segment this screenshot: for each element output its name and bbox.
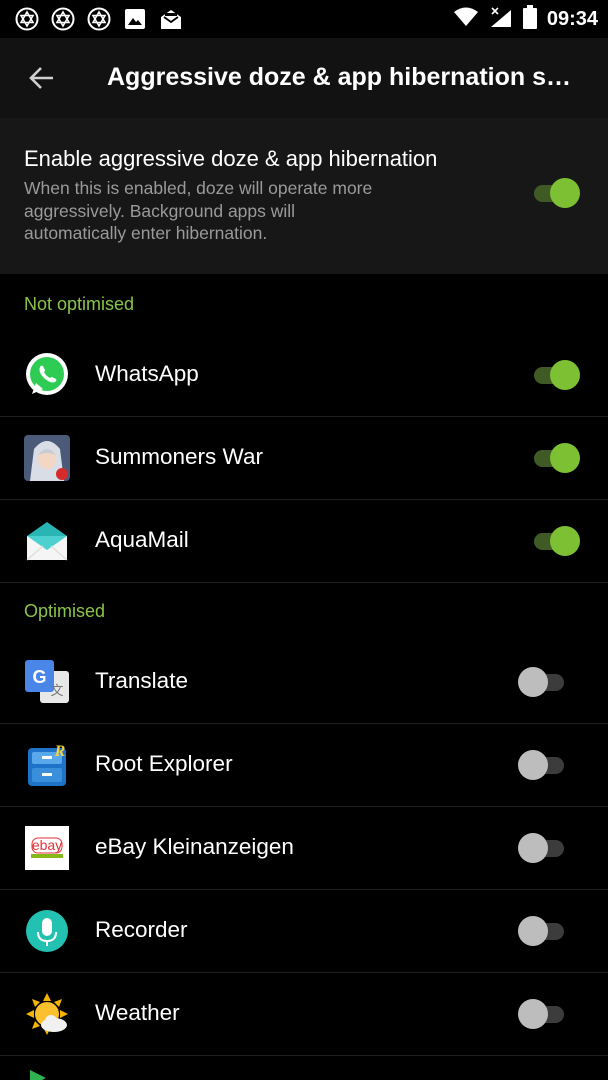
list-item-recorder[interactable]: Recorder <box>0 890 608 973</box>
master-setting[interactable]: Enable aggressive doze & app hibernation… <box>0 118 608 274</box>
ebay-kleinanzeigen-icon: ebay <box>24 825 70 871</box>
clock: 09:34 <box>546 7 598 30</box>
svg-text:R: R <box>54 743 66 760</box>
master-setting-subtitle: When this is enabled, doze will operate … <box>24 178 373 243</box>
app-label: Root Explorer <box>95 751 233 776</box>
status-bar: 09:34 <box>0 0 608 38</box>
signal-icon <box>489 6 513 33</box>
app-label: eBay Kleinanzeigen <box>95 834 294 859</box>
battery-icon <box>522 4 537 34</box>
master-toggle[interactable] <box>530 178 580 208</box>
arrow-left-icon <box>29 67 53 89</box>
app-label: Weather <box>95 1000 180 1025</box>
app-toggle[interactable] <box>518 667 568 697</box>
hexagram-icon <box>50 6 76 32</box>
svg-text:ebay: ebay <box>32 837 62 853</box>
recorder-icon <box>24 908 70 954</box>
app-toggle[interactable] <box>518 833 568 863</box>
svg-text:文: 文 <box>50 683 63 698</box>
whatsapp-icon <box>24 352 70 398</box>
wifi-icon <box>453 7 479 32</box>
list-item-translate[interactable]: G文 Translate <box>0 641 608 724</box>
app-label: WhatsApp <box>95 361 199 386</box>
app-toggle[interactable] <box>518 750 568 780</box>
translate-icon: G文 <box>24 659 70 705</box>
app-toggle[interactable] <box>530 360 580 390</box>
section-header-optimised: Optimised <box>24 601 106 621</box>
hexagram-icon <box>14 6 40 32</box>
svg-text:G: G <box>32 667 46 687</box>
app-label: Recorder <box>95 917 188 942</box>
mail-open-icon <box>158 6 184 32</box>
toolbar: Aggressive doze & app hibernation settin… <box>0 38 608 118</box>
master-setting-title: Enable aggressive doze & app hibernation <box>24 146 438 171</box>
app-label: AquaMail <box>95 527 189 552</box>
notification-icons <box>14 6 184 32</box>
list-item-aquamail[interactable]: AquaMail <box>0 500 608 583</box>
image-icon <box>122 6 148 32</box>
aquamail-icon <box>24 518 70 564</box>
list-item-root-explorer[interactable]: R Root Explorer <box>0 724 608 807</box>
summoners-war-icon <box>24 435 70 481</box>
app-label: Translate <box>95 668 188 693</box>
list-item-weather[interactable]: Weather <box>0 973 608 1056</box>
app-label: Summoners War <box>95 444 263 469</box>
list-item-ebay-kleinanzeigen[interactable]: ebay eBay Kleinanzeigen <box>0 807 608 890</box>
app-toggle[interactable] <box>518 916 568 946</box>
app-toggle[interactable] <box>518 999 568 1029</box>
list-item-summoners-war[interactable]: Summoners War <box>0 417 608 500</box>
hexagram-icon <box>86 6 112 32</box>
play-icon <box>28 1068 48 1080</box>
app-toggle[interactable] <box>530 443 580 473</box>
list-item-whatsapp[interactable]: WhatsApp <box>0 334 608 417</box>
root-explorer-icon: R <box>24 742 70 788</box>
page-title: Aggressive doze & app hibernation settin… <box>107 63 577 91</box>
app-toggle[interactable] <box>530 526 580 556</box>
system-status: 09:34 <box>453 4 598 34</box>
back-button[interactable] <box>22 58 62 98</box>
weather-icon <box>24 991 70 1037</box>
section-header-not-optimised: Not optimised <box>24 294 135 314</box>
